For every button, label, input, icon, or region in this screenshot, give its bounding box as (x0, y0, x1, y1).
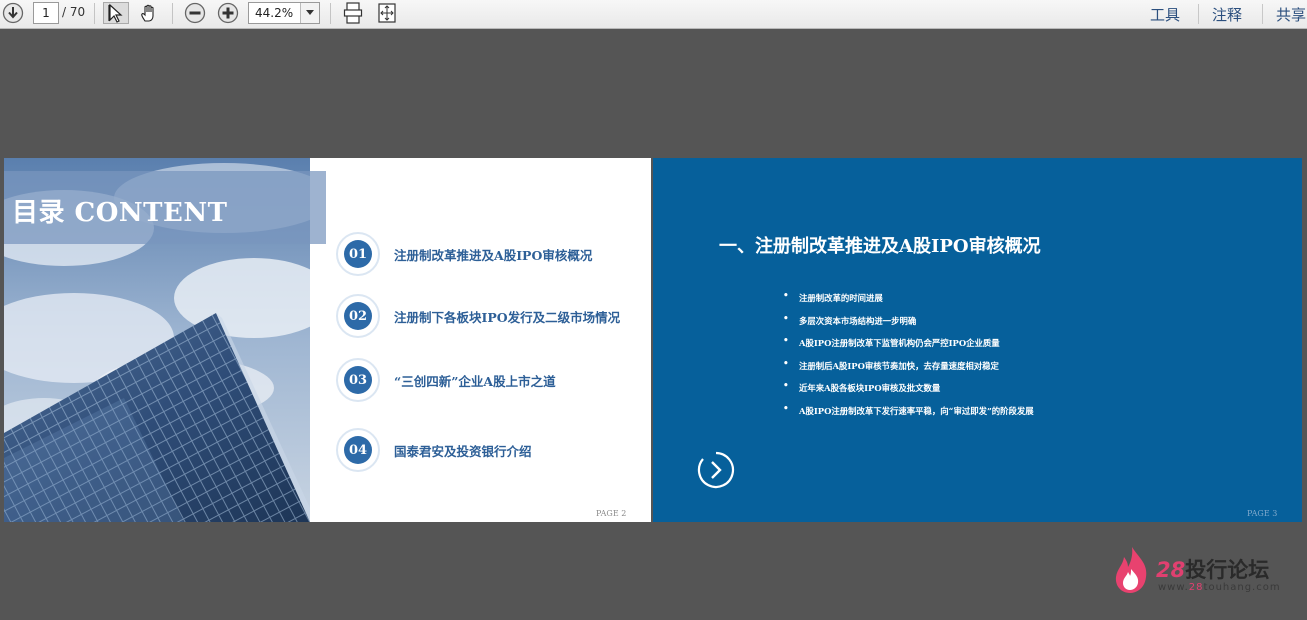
toc-item-label: 注册制改革推进及A股IPO审核概况 (394, 247, 593, 263)
toc-number-circle: 02 (336, 294, 380, 338)
bullet-list: 注册制改革的时间进展 多层次资本市场结构进一步明确 A股IPO注册制改革下监管机… (783, 291, 1034, 428)
menu-tools[interactable]: 工具 (1150, 4, 1180, 25)
zoom-in-icon[interactable] (216, 2, 240, 24)
page-total: / 70 (62, 5, 86, 19)
toc-title: 目录 CONTENT (12, 198, 228, 228)
page-label: PAGE 2 (596, 509, 627, 518)
toc-item[interactable]: 02 注册制下各板块IPO发行及二级市场情况 (336, 293, 620, 339)
next-arrow-icon[interactable] (697, 451, 735, 489)
toolbar-separator (94, 3, 95, 24)
toc-number-circle: 04 (336, 428, 380, 472)
toc-number-circle: 03 (336, 358, 380, 402)
pdf-toolbar: 1 / 70 44.2% 工具 注释 共享 (0, 0, 1307, 29)
bullet-item: 近年来A股各板块IPO审核及批文数量 (783, 381, 1034, 405)
toolbar-separator (330, 3, 331, 24)
toc-number-circle: 01 (336, 232, 380, 276)
toc-number: 02 (344, 302, 372, 330)
page-2: 目录 CONTENT 01 注册制改革推进及A股IPO审核概况 02 注册制下各… (4, 158, 651, 522)
site-watermark: 28投行论坛 www.28touhang.com (1112, 545, 1302, 597)
select-cursor-icon[interactable] (103, 2, 129, 24)
hand-icon[interactable] (136, 2, 162, 24)
fit-page-icon[interactable] (376, 2, 398, 24)
watermark-url: www.28touhang.com (1158, 582, 1281, 593)
toc-item-label: 注册制下各板块IPO发行及二级市场情况 (394, 309, 621, 325)
download-arrow-icon[interactable] (1, 2, 25, 24)
menu-separator (1262, 4, 1263, 24)
chevron-down-icon[interactable] (300, 3, 319, 23)
page-label: PAGE 3 (1247, 509, 1278, 518)
toolbar-separator (172, 3, 173, 24)
fit-width-icon[interactable] (342, 2, 364, 24)
toc-number: 01 (344, 240, 372, 268)
bullet-item: 多层次资本市场结构进一步明确 (783, 314, 1034, 338)
toc-number: 04 (344, 436, 372, 464)
menu-share[interactable]: 共享 (1276, 4, 1306, 25)
zoom-value[interactable]: 44.2% (255, 6, 293, 20)
bullet-item: 注册制改革的时间进展 (783, 291, 1034, 315)
toc-item-label: “三创四新”企业A股上市之道 (394, 373, 556, 389)
zoom-out-icon[interactable] (183, 2, 207, 24)
bullet-item: A股IPO注册制改革下发行速率平稳，向“审过即发”的阶段发展 (783, 404, 1034, 428)
bullet-item: 注册制后A股IPO审核节奏加快，去存量速度相对稳定 (783, 359, 1034, 383)
toc-number: 03 (344, 366, 372, 394)
watermark-title: 28投行论坛 (1156, 558, 1270, 582)
toc-item-label: 国泰君安及投资银行介绍 (394, 443, 532, 459)
menu-comment[interactable]: 注释 (1212, 4, 1242, 25)
menu-separator (1198, 4, 1199, 24)
flame-logo-icon (1112, 545, 1152, 595)
bullet-item: A股IPO注册制改革下监管机构仍会严控IPO企业质量 (783, 336, 1034, 360)
toc-item[interactable]: 01 注册制改革推进及A股IPO审核概况 (336, 231, 592, 277)
toc-item[interactable]: 03 “三创四新”企业A股上市之道 (336, 357, 556, 403)
section-title: 一、注册制改革推进及A股IPO审核概况 (719, 236, 1041, 257)
toc-item[interactable]: 04 国泰君安及投资银行介绍 (336, 427, 532, 473)
page-3: 一、注册制改革推进及A股IPO审核概况 注册制改革的时间进展 多层次资本市场结构… (653, 158, 1302, 522)
zoom-field[interactable]: 44.2% (248, 2, 320, 24)
page-number-input[interactable]: 1 (33, 2, 59, 24)
